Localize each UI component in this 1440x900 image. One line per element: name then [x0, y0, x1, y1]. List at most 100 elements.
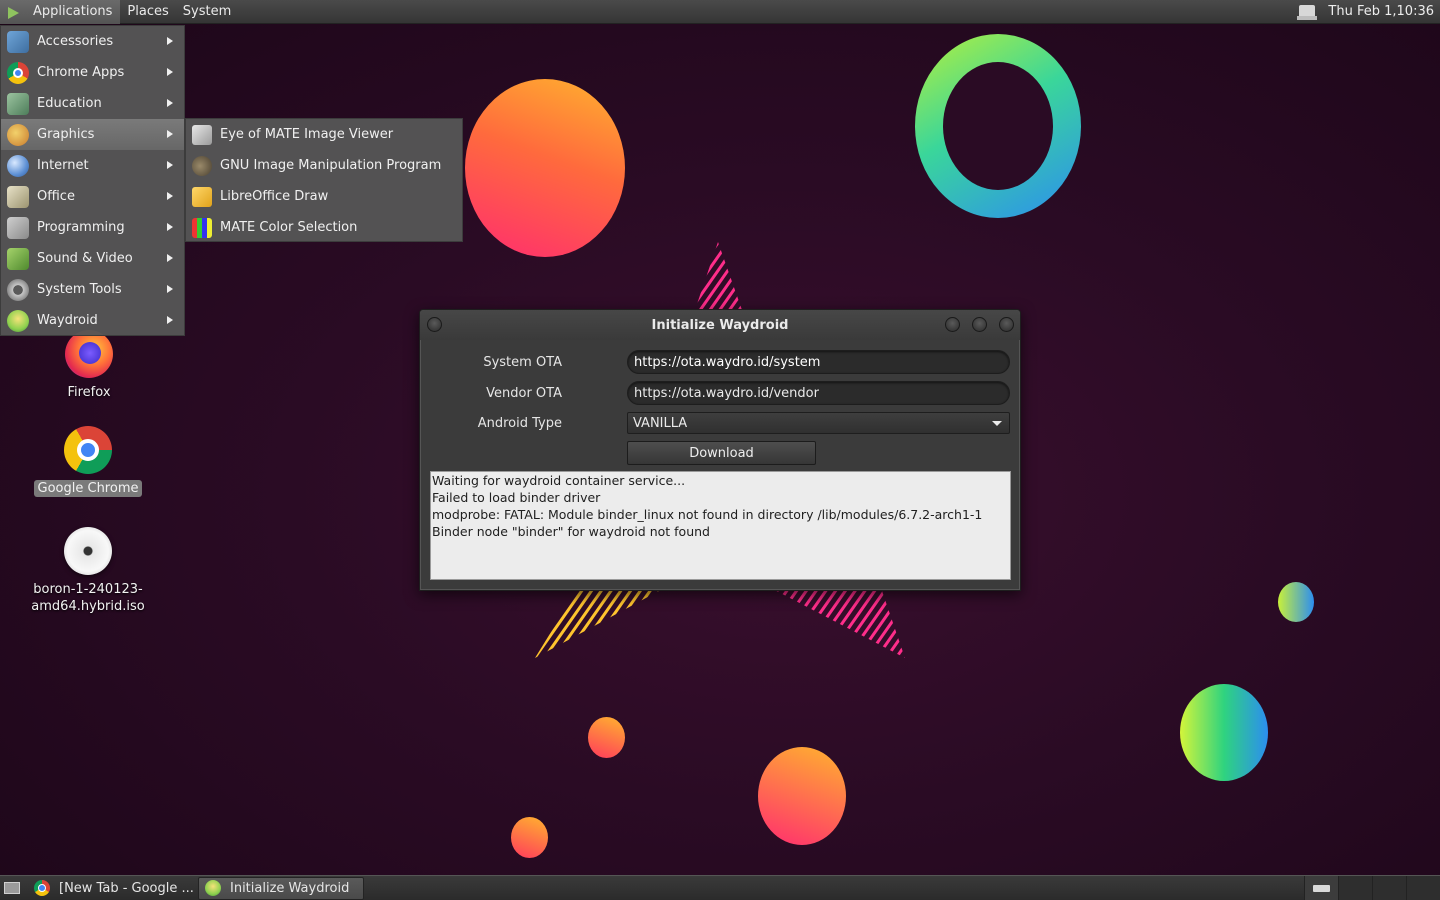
task-button-waydroid[interactable]: Initialize Waydroid — [198, 876, 364, 900]
mate-logo-icon — [6, 4, 24, 20]
color-selection-icon — [192, 217, 212, 238]
log-line: Binder node "binder" for waydroid not fo… — [432, 524, 710, 539]
menu-item-label: Graphics — [37, 127, 95, 142]
submenu-arrow-icon — [167, 161, 173, 169]
workspace-3[interactable] — [1372, 875, 1406, 900]
download-button[interactable]: Download — [627, 441, 816, 465]
system-ota-input[interactable] — [627, 350, 1010, 374]
menu-item-office[interactable]: Office — [1, 181, 184, 212]
show-desktop-icon — [4, 882, 20, 894]
menu-item-label: Office — [37, 189, 75, 204]
submenu-arrow-icon — [167, 316, 173, 324]
menu-item-graphics[interactable]: Graphics — [1, 119, 184, 150]
vendor-ota-input[interactable] — [627, 381, 1010, 405]
android-type-label: Android Type — [477, 415, 562, 431]
log-line: Waiting for waydroid container service..… — [432, 473, 686, 488]
task-button-label: [New Tab - Google ... — [59, 880, 194, 896]
submenu-item-label: GNU Image Manipulation Program — [220, 158, 442, 173]
window-titlebar[interactable]: Initialize Waydroid — [420, 310, 1020, 340]
chevron-down-icon — [992, 421, 1002, 426]
initialize-waydroid-window: Initialize Waydroid System OTA Vendor OT… — [419, 309, 1021, 591]
submenu-arrow-icon — [167, 254, 173, 262]
menu-item-label: Chrome Apps — [37, 65, 125, 80]
wallpaper-orb — [758, 747, 846, 845]
internet-icon — [7, 154, 29, 177]
menu-item-chrome-apps[interactable]: Chrome Apps — [1, 57, 184, 88]
workspace-4[interactable] — [1406, 875, 1440, 900]
menu-item-internet[interactable]: Internet — [1, 150, 184, 181]
submenu-arrow-icon — [167, 68, 173, 76]
submenu-arrow-icon — [167, 285, 173, 293]
bottom-taskbar: [New Tab - Google ... Initialize Waydroi… — [0, 875, 1440, 900]
desktop-icon-label: boron-1-240123- — [33, 582, 143, 597]
submenu-arrow-icon — [167, 192, 173, 200]
applications-menu: Accessories Chrome Apps Education Graphi… — [0, 25, 185, 336]
close-button[interactable] — [999, 317, 1014, 332]
submenu-item-mate-color-selection[interactable]: MATE Color Selection — [186, 212, 462, 243]
wallpaper-orb — [511, 817, 548, 858]
system-ota-row: System OTA — [420, 350, 1020, 374]
android-type-select[interactable]: VANILLA — [627, 412, 1010, 434]
desktop-icon-label: Google Chrome — [33, 480, 143, 497]
applications-menu-button[interactable]: Applications — [0, 0, 121, 24]
wallpaper-orb — [1180, 684, 1268, 781]
android-type-value: VANILLA — [633, 415, 688, 431]
log-output[interactable]: Waiting for waydroid container service..… — [430, 471, 1011, 580]
submenu-item-eye-of-mate[interactable]: Eye of MATE Image Viewer — [186, 119, 462, 150]
log-line: Failed to load binder driver — [432, 490, 601, 505]
submenu-arrow-icon — [167, 223, 173, 231]
chrome-icon — [34, 880, 50, 896]
top-panel: Applications Places System Thu Feb 1,10:… — [0, 0, 1440, 24]
sound-video-icon — [7, 247, 29, 270]
submenu-item-label: Eye of MATE Image Viewer — [220, 127, 394, 142]
education-icon — [7, 92, 29, 115]
accessories-icon — [7, 30, 29, 53]
window-title: Initialize Waydroid — [651, 317, 789, 333]
clock[interactable]: Thu Feb 1,10:36 — [1328, 4, 1434, 19]
desktop-icon-google-chrome[interactable]: Google Chrome — [28, 426, 148, 497]
disc-image-icon — [64, 527, 112, 575]
submenu-item-gimp[interactable]: GNU Image Manipulation Program — [186, 150, 462, 181]
menu-item-label: System Tools — [37, 282, 122, 297]
desktop-icon-iso[interactable]: boron-1-240123- amd64.hybrid.iso — [28, 527, 148, 615]
task-button-chrome[interactable]: [New Tab - Google ... — [28, 877, 194, 900]
submenu-item-libreoffice-draw[interactable]: LibreOffice Draw — [186, 181, 462, 212]
places-menu[interactable]: Places — [120, 0, 175, 24]
graphics-submenu: Eye of MATE Image Viewer GNU Image Manip… — [185, 118, 463, 242]
chrome-icon — [64, 426, 112, 474]
graphics-icon — [7, 123, 29, 146]
system-tools-icon — [7, 278, 29, 301]
menu-item-sound-video[interactable]: Sound & Video — [1, 243, 184, 274]
vendor-ota-row: Vendor OTA — [420, 381, 1020, 405]
log-line: modprobe: FATAL: Module binder_linux not… — [432, 507, 983, 522]
android-type-row: Android Type VANILLA — [420, 412, 1020, 434]
window-menu-button[interactable] — [427, 317, 442, 332]
workspace-1[interactable] — [1304, 875, 1338, 900]
menu-item-label: Internet — [37, 158, 89, 173]
waydroid-icon — [7, 309, 29, 332]
submenu-arrow-icon — [167, 99, 173, 107]
desktop-icon-label: Firefox — [67, 385, 111, 400]
firefox-icon — [65, 330, 113, 378]
menu-item-label: Education — [37, 96, 102, 111]
office-icon — [7, 185, 29, 208]
maximize-button[interactable] — [972, 317, 987, 332]
network-icon[interactable] — [1296, 3, 1318, 21]
menu-item-label: Programming — [37, 220, 125, 235]
chrome-icon — [7, 61, 29, 84]
waydroid-icon — [205, 880, 221, 896]
minimize-button[interactable] — [945, 317, 960, 332]
menu-item-label: Sound & Video — [37, 251, 133, 266]
menu-item-accessories[interactable]: Accessories — [1, 26, 184, 57]
submenu-arrow-icon — [167, 130, 173, 138]
desktop-icon-firefox[interactable]: Firefox — [29, 330, 149, 401]
wallpaper-orb — [588, 717, 625, 758]
menu-item-education[interactable]: Education — [1, 88, 184, 119]
show-desktop-button[interactable] — [0, 876, 24, 900]
menu-item-programming[interactable]: Programming — [1, 212, 184, 243]
menu-item-waydroid[interactable]: Waydroid — [1, 305, 184, 336]
menu-item-system-tools[interactable]: System Tools — [1, 274, 184, 305]
desktop-icon-label: amd64.hybrid.iso — [31, 599, 145, 614]
system-menu[interactable]: System — [176, 0, 238, 24]
workspace-2[interactable] — [1338, 875, 1372, 900]
